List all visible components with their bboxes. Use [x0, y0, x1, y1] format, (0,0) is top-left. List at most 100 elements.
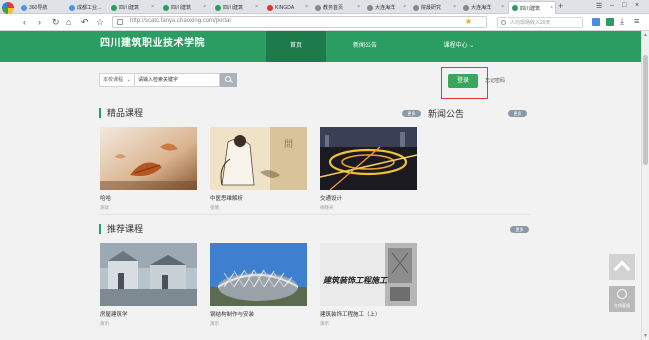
- course-thumbnail[interactable]: [210, 243, 307, 306]
- course-name[interactable]: 中医思维解析: [210, 194, 307, 202]
- tab-label: 四川建筑: [223, 5, 244, 11]
- tab-close-icon[interactable]: ×: [203, 4, 206, 10]
- course-card[interactable]: 交通设计 杨晓光: [320, 127, 417, 211]
- course-card[interactable]: 建筑装饰工程施工 建筑装饰工程施工（上） 演示: [320, 243, 417, 327]
- course-thumbnail[interactable]: [100, 243, 197, 306]
- course-name[interactable]: 建筑装饰工程施工（上）: [320, 310, 417, 318]
- tab-close-icon[interactable]: ×: [357, 4, 360, 10]
- featured-more-button[interactable]: 更多: [402, 110, 421, 117]
- settings-menu-icon[interactable]: ≡: [634, 15, 639, 27]
- browser-tab[interactable]: 大连海洋 ×: [460, 1, 506, 14]
- scroll-thumb[interactable]: [643, 55, 648, 165]
- tab-close-icon[interactable]: ×: [403, 4, 406, 10]
- close-window-icon[interactable]: ×: [635, 2, 639, 9]
- course-teacher: 演示: [320, 321, 329, 326]
- back-to-top-button[interactable]: [609, 254, 635, 280]
- search-scope-label: 本校课程: [103, 77, 124, 83]
- address-toolbar: ‹ › ↻ ⌂ ↶ ☆ http://scatc.fanya.chaoxing.…: [0, 14, 649, 31]
- address-url: http://scatc.fanya.chaoxing.com/portal: [130, 18, 231, 24]
- browser-tab[interactable]: 四川建筑 ×: [212, 1, 260, 14]
- course-thumbnail[interactable]: [100, 127, 197, 190]
- course-name[interactable]: 哈哈: [100, 194, 197, 202]
- featured-section-title: 精品课程: [99, 108, 143, 118]
- page-scrollbar[interactable]: ▲ ▼: [641, 31, 649, 340]
- address-bar[interactable]: http://scatc.fanya.chaoxing.com/portal ★: [112, 16, 487, 28]
- tab-close-icon[interactable]: ×: [550, 5, 553, 11]
- nav-home[interactable]: 首页: [266, 31, 326, 62]
- browser-tab[interactable]: 院最研究 ×: [410, 1, 458, 14]
- new-tab-button[interactable]: +: [558, 1, 563, 11]
- apps-icon[interactable]: [592, 18, 600, 26]
- course-teacher: 杨晓光: [320, 205, 334, 210]
- tab-close-icon[interactable]: ×: [501, 4, 504, 10]
- course-teacher: 演示: [210, 321, 219, 326]
- news-more-button[interactable]: 更多: [508, 110, 527, 117]
- forgot-password-link[interactable]: 忘记密码: [485, 77, 505, 84]
- browser-logo-icon[interactable]: [2, 2, 14, 14]
- site-logo[interactable]: 四川建筑职业技术学院: [100, 34, 205, 49]
- maximize-icon[interactable]: □: [622, 2, 626, 9]
- course-thumbnail[interactable]: [320, 127, 417, 190]
- browser-tab[interactable]: 四川建筑 ×: [160, 1, 208, 14]
- browser-tab[interactable]: 四川建筑 ×: [108, 1, 156, 14]
- recommended-section-title: 推荐课程: [99, 224, 143, 234]
- course-teacher: 测试: [100, 205, 109, 210]
- scroll-down-icon[interactable]: ▼: [643, 333, 648, 339]
- bookmark-icon[interactable]: ☆: [96, 16, 104, 28]
- search-placeholder: 人均现场收入29天: [510, 20, 551, 26]
- tab-label: 大连海洋: [375, 5, 396, 11]
- security-icon: [117, 19, 123, 25]
- search-scope-select[interactable]: 本校课程 ⌄: [99, 73, 135, 87]
- tab-close-icon[interactable]: ×: [255, 4, 258, 10]
- favorite-star-icon[interactable]: ★: [465, 17, 472, 26]
- browser-search-input[interactable]: 人均现场收入29天: [497, 17, 583, 28]
- tab-favicon-icon: [512, 5, 518, 11]
- extension-icon[interactable]: [606, 18, 614, 26]
- search-icon-handle: [230, 80, 233, 84]
- browser-tab[interactable]: 教务首页 ×: [312, 1, 362, 14]
- tab-label: 四川建筑: [119, 5, 140, 11]
- forward-icon[interactable]: ›: [38, 16, 41, 28]
- headset-icon: [617, 289, 627, 299]
- browser-tab[interactable]: KINGDA ×: [264, 1, 310, 14]
- recommended-more-button[interactable]: 更多: [510, 226, 529, 233]
- tab-label: 四川建筑: [171, 5, 192, 11]
- course-thumbnail[interactable]: 問: [210, 127, 307, 190]
- tab-favicon-icon: [413, 4, 419, 11]
- nav-course-center[interactable]: 课程中心 ⌄: [428, 31, 490, 62]
- course-card[interactable]: 房屋建筑学 演示: [100, 243, 197, 327]
- tab-close-icon[interactable]: ×: [151, 4, 154, 10]
- online-service-button[interactable]: 在线客服: [609, 286, 635, 312]
- browser-tab[interactable]: 360导航: [18, 1, 64, 14]
- course-teacher: 演示: [100, 321, 109, 326]
- browser-tab[interactable]: 大连海洋 ×: [364, 1, 408, 14]
- keyword-input[interactable]: 请输入检索关键字: [135, 73, 220, 87]
- course-name[interactable]: 钢结构制作与安装: [210, 310, 307, 318]
- scroll-up-icon[interactable]: ▲: [643, 32, 648, 38]
- menu-icon[interactable]: ☰: [596, 2, 602, 10]
- course-name[interactable]: 房屋建筑学: [100, 310, 197, 318]
- course-card[interactable]: 钢结构制作与安装 演示: [210, 243, 307, 327]
- undo-icon[interactable]: ↶: [81, 16, 89, 28]
- course-image-caption: 建筑装饰工程施工: [323, 276, 387, 285]
- back-icon[interactable]: ‹: [23, 16, 26, 28]
- online-service-label: 在线客服: [614, 303, 630, 308]
- course-card[interactable]: 哈哈 测试: [100, 127, 197, 211]
- home-icon[interactable]: ⌂: [66, 16, 71, 28]
- tab-label: 360导航: [29, 5, 48, 11]
- login-button[interactable]: 登录: [448, 74, 478, 88]
- tab-label: 院最研究: [421, 5, 442, 11]
- browser-tab[interactable]: 成都工业...: [66, 1, 106, 14]
- course-name[interactable]: 交通设计: [320, 194, 417, 202]
- tab-close-icon[interactable]: ×: [305, 4, 308, 10]
- tab-close-icon[interactable]: ×: [453, 4, 456, 10]
- minimize-icon[interactable]: –: [610, 2, 614, 9]
- search-button[interactable]: [220, 73, 237, 87]
- reload-icon[interactable]: ↻: [52, 16, 60, 28]
- course-card[interactable]: 問 中医思维解析 张倩: [210, 127, 307, 211]
- course-thumbnail[interactable]: 建筑装饰工程施工: [320, 243, 417, 306]
- browser-tab-active[interactable]: 四川建筑 ×: [508, 1, 556, 14]
- nav-news[interactable]: 新闻公告: [336, 31, 394, 62]
- download-icon[interactable]: ⤓: [620, 15, 624, 27]
- tab-label: 成都工业...: [77, 5, 102, 11]
